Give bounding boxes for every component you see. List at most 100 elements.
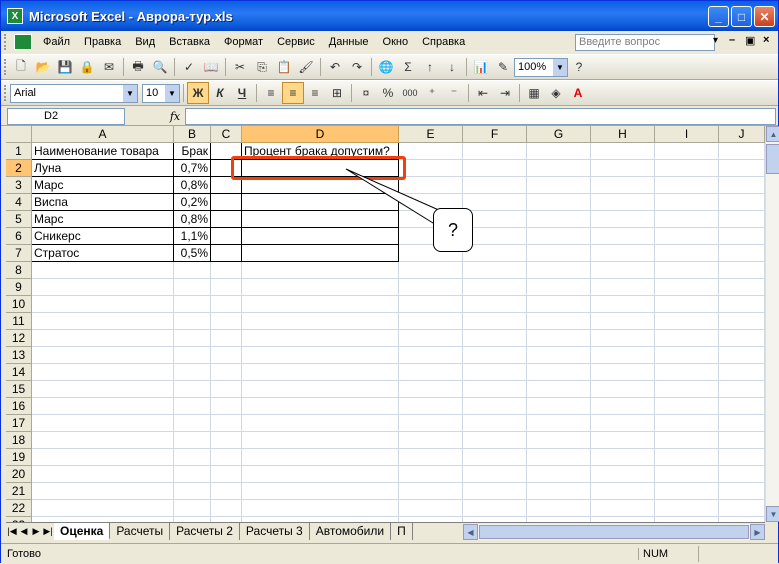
cell[interactable] [719, 296, 765, 313]
font-name-select[interactable]: Arial ▼ [10, 83, 138, 103]
cell[interactable] [463, 194, 527, 211]
cell[interactable] [211, 466, 242, 483]
menu-format[interactable]: Формат [217, 32, 270, 52]
cell[interactable] [399, 500, 463, 517]
row-header[interactable]: 3 [6, 177, 32, 194]
autosum-icon[interactable]: Σ [397, 56, 419, 78]
cell[interactable] [399, 262, 463, 279]
cell[interactable] [527, 160, 591, 177]
cell[interactable] [463, 296, 527, 313]
menu-window[interactable]: Окно [376, 32, 416, 52]
cell[interactable] [527, 398, 591, 415]
cell[interactable] [211, 415, 242, 432]
cell[interactable]: 0,7% [174, 160, 211, 177]
cell[interactable] [242, 415, 399, 432]
sheet-tab-raschety-2[interactable]: Расчеты 2 [170, 523, 240, 540]
cell[interactable] [591, 364, 655, 381]
cell[interactable] [591, 483, 655, 500]
row-header[interactable]: 22 [6, 500, 32, 517]
cell[interactable] [211, 296, 242, 313]
cell[interactable] [591, 194, 655, 211]
cell[interactable] [399, 330, 463, 347]
row-header[interactable]: 16 [6, 398, 32, 415]
cell[interactable]: Брак [174, 143, 211, 160]
zoom-dropdown-icon[interactable]: ▼ [553, 58, 567, 76]
cell[interactable] [399, 415, 463, 432]
cell[interactable] [174, 398, 211, 415]
row-header[interactable]: 15 [6, 381, 32, 398]
cell[interactable] [655, 177, 719, 194]
cell[interactable] [32, 364, 174, 381]
cell[interactable]: Наименование товара [32, 143, 174, 160]
last-sheet-icon[interactable]: ▶| [42, 526, 54, 537]
row-header[interactable]: 11 [6, 313, 32, 330]
currency-icon[interactable]: ¤ [355, 82, 377, 104]
column-header-e[interactable]: E [399, 126, 463, 143]
cell[interactable] [399, 466, 463, 483]
cell[interactable] [591, 330, 655, 347]
cell[interactable] [527, 228, 591, 245]
cell[interactable] [211, 211, 242, 228]
cell[interactable] [527, 364, 591, 381]
increase-decimal-icon[interactable]: ⁺ [421, 82, 443, 104]
doc-minimize-icon[interactable]: – [729, 34, 735, 46]
cell[interactable] [719, 466, 765, 483]
row-header[interactable]: 14 [6, 364, 32, 381]
cell[interactable] [719, 228, 765, 245]
vertical-scrollbar[interactable]: ▲ ▼ [765, 126, 779, 522]
cell[interactable] [399, 381, 463, 398]
cell[interactable] [174, 432, 211, 449]
bold-button[interactable]: Ж [187, 82, 209, 104]
cell[interactable] [655, 466, 719, 483]
menu-tools[interactable]: Сервис [270, 32, 322, 52]
select-all-corner[interactable] [6, 126, 32, 143]
cell[interactable] [242, 262, 399, 279]
cell[interactable] [655, 296, 719, 313]
column-header-b[interactable]: B [174, 126, 211, 143]
cell[interactable] [174, 381, 211, 398]
cell[interactable] [174, 347, 211, 364]
cell[interactable] [527, 330, 591, 347]
cell[interactable] [591, 432, 655, 449]
row-header[interactable]: 6 [6, 228, 32, 245]
cell[interactable] [655, 160, 719, 177]
cell[interactable] [463, 279, 527, 296]
cell[interactable] [719, 398, 765, 415]
font-size-select[interactable]: 10 ▼ [142, 83, 180, 103]
cell[interactable] [527, 296, 591, 313]
cell[interactable] [591, 296, 655, 313]
sheet-tab-ocenka[interactable]: Оценка [54, 523, 111, 540]
column-header-f[interactable]: F [463, 126, 527, 143]
print-preview-icon[interactable]: 🔍 [149, 56, 171, 78]
cell[interactable] [211, 177, 242, 194]
cell[interactable] [211, 432, 242, 449]
undo-icon[interactable]: ↶ [324, 56, 346, 78]
cell[interactable] [527, 211, 591, 228]
row-header[interactable]: 8 [6, 262, 32, 279]
cell[interactable] [527, 347, 591, 364]
borders-icon[interactable]: ▦ [523, 82, 545, 104]
font-color-icon[interactable]: A [567, 82, 589, 104]
cell[interactable] [174, 483, 211, 500]
insert-function-icon[interactable]: fx [165, 110, 185, 123]
cell[interactable] [211, 279, 242, 296]
cell[interactable] [527, 143, 591, 160]
cell[interactable] [211, 347, 242, 364]
cell[interactable] [591, 415, 655, 432]
cell[interactable] [32, 449, 174, 466]
cell[interactable] [463, 500, 527, 517]
cell[interactable] [527, 381, 591, 398]
decrease-decimal-icon[interactable]: ⁻ [443, 82, 465, 104]
cell[interactable] [399, 483, 463, 500]
cell[interactable] [32, 381, 174, 398]
close-button[interactable]: ✕ [754, 6, 775, 27]
cell[interactable] [174, 500, 211, 517]
cell[interactable] [591, 245, 655, 262]
column-header-h[interactable]: H [591, 126, 655, 143]
vertical-scroll-thumb[interactable] [766, 144, 779, 174]
menu-help[interactable]: Справка [415, 32, 472, 52]
merge-center-icon[interactable]: ⊞ [326, 82, 348, 104]
row-header[interactable]: 18 [6, 432, 32, 449]
thousands-button[interactable]: 000 [399, 82, 421, 104]
cell[interactable] [174, 364, 211, 381]
